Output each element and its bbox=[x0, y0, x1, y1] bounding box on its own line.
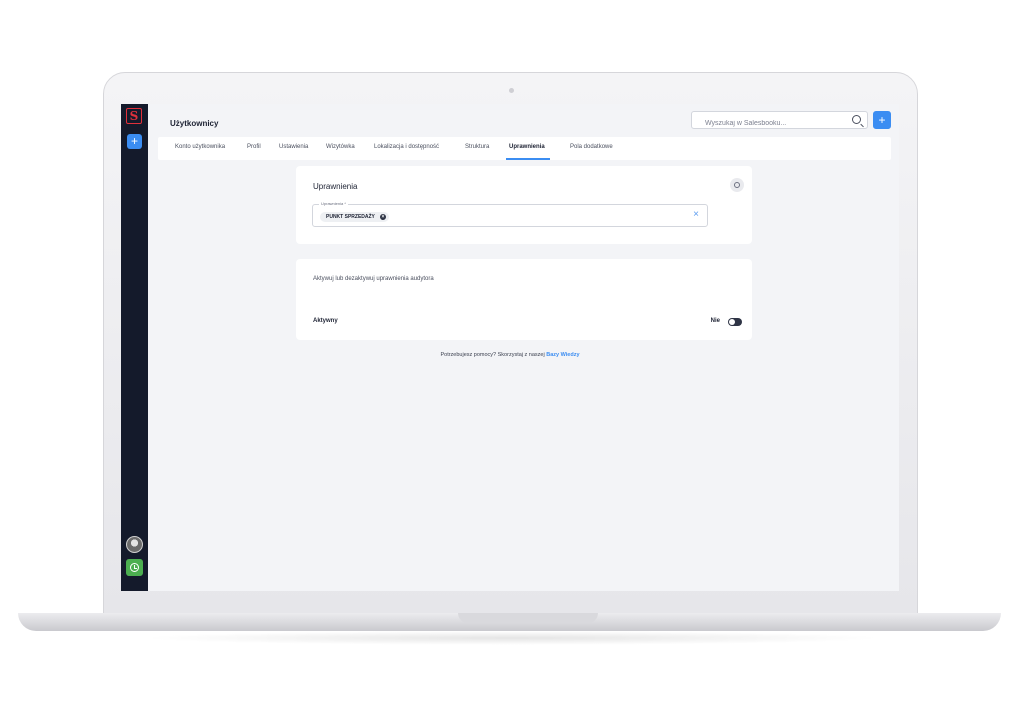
search-input[interactable] bbox=[692, 115, 842, 132]
laptop-notch bbox=[458, 613, 598, 623]
permission-chip: PUNKT SPRZEDAŻY × bbox=[320, 212, 389, 222]
permissions-card: Uprawnienia Uprawnienia * PUNKT SPRZEDAŻ… bbox=[296, 166, 752, 244]
clock-button[interactable] bbox=[126, 559, 143, 576]
permission-chip-label: PUNKT SPRZEDAŻY bbox=[326, 214, 375, 220]
settings-button[interactable] bbox=[730, 178, 744, 192]
tab-konto-uzytkownika[interactable]: Konto użytkownika bbox=[175, 144, 225, 150]
tab-profil[interactable]: Profil bbox=[247, 144, 261, 150]
auditor-active-label: Aktywny bbox=[313, 318, 338, 324]
tab-wizytowka[interactable]: Wizytówka bbox=[326, 144, 355, 150]
app-screen: S + Użytkownicy + Konto użytkownika Prof… bbox=[121, 104, 899, 591]
tab-struktura[interactable]: Struktura bbox=[465, 144, 489, 150]
auditor-card: Aktywuj lub dezaktywuj uprawnienia audyt… bbox=[296, 259, 752, 340]
add-button[interactable]: + bbox=[873, 111, 891, 129]
help-text: Potrzebujesz pomocy? Skorzystaj z naszej… bbox=[121, 352, 899, 358]
chip-remove-icon[interactable]: × bbox=[379, 214, 386, 220]
clear-icon[interactable]: × bbox=[693, 210, 699, 220]
auditor-description: Aktywuj lub dezaktywuj uprawnienia audyt… bbox=[313, 276, 434, 282]
page-title: Użytkownicy bbox=[170, 119, 219, 128]
logo[interactable]: S bbox=[126, 108, 142, 124]
tab-ustawienia[interactable]: Ustawienia bbox=[279, 144, 308, 150]
logo-letter: S bbox=[129, 109, 139, 123]
tab-pola-dodatkowe[interactable]: Pola dodatkowe bbox=[570, 144, 613, 150]
sidebar: S + bbox=[121, 104, 148, 591]
permissions-field-label: Uprawnienia * bbox=[319, 201, 348, 206]
laptop-shadow bbox=[140, 631, 884, 645]
auditor-toggle[interactable] bbox=[728, 318, 742, 326]
search-icon[interactable] bbox=[852, 115, 861, 124]
gear-icon bbox=[734, 182, 740, 188]
search-box[interactable] bbox=[691, 111, 868, 132]
avatar[interactable] bbox=[126, 536, 143, 553]
laptop-base bbox=[18, 613, 1001, 631]
permissions-field[interactable]: Uprawnienia * PUNKT SPRZEDAŻY × × bbox=[312, 201, 708, 227]
knowledge-base-link[interactable]: Bazy Wiedzy bbox=[546, 352, 579, 358]
camera-dot bbox=[509, 88, 514, 93]
clock-icon bbox=[130, 563, 139, 572]
tab-bar: Konto użytkownika Profil Ustawienia Wizy… bbox=[158, 137, 891, 160]
active-tab-indicator bbox=[506, 158, 550, 160]
permissions-title: Uprawnienia bbox=[313, 182, 358, 191]
help-text-body: Potrzebujesz pomocy? Skorzystaj z naszej bbox=[440, 352, 547, 358]
tab-uprawnienia[interactable]: Uprawnienia bbox=[509, 144, 545, 150]
tab-lokalizacja[interactable]: Lokalizacja i dostępność bbox=[374, 144, 439, 150]
toggle-state-text: Nie bbox=[710, 318, 720, 324]
sidebar-add-button[interactable]: + bbox=[127, 134, 142, 149]
header: Użytkownicy + bbox=[148, 104, 899, 137]
